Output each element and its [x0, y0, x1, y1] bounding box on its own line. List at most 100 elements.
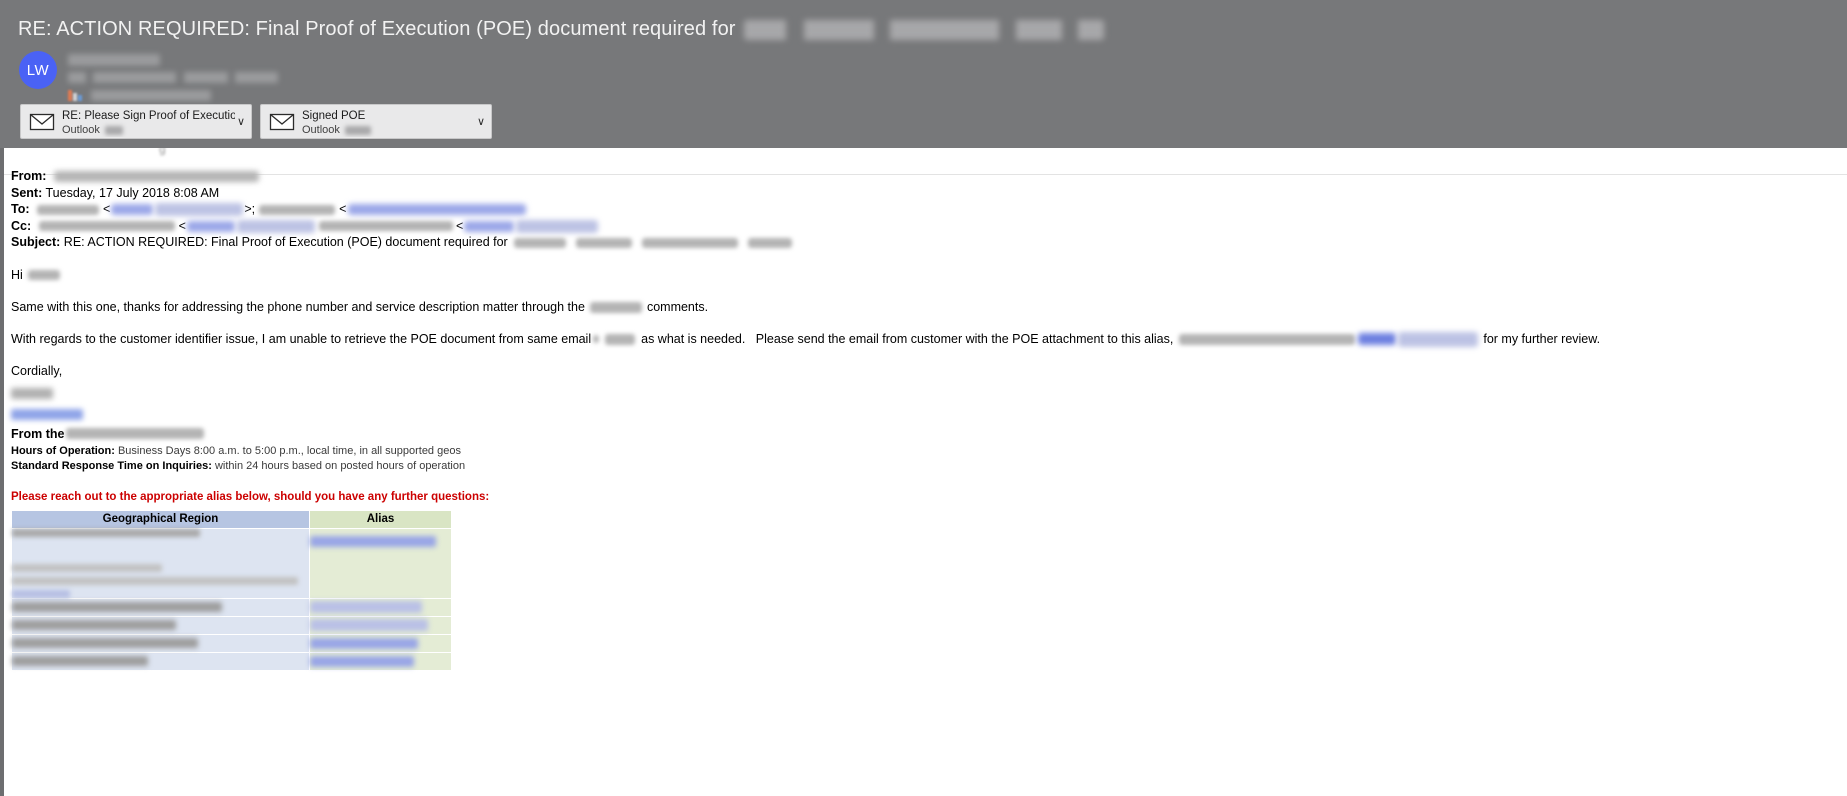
- greeting-line: Hi: [11, 267, 1831, 283]
- message-content: From: Sent: Tuesday, 17 July 2018 8:08 A…: [11, 168, 1831, 671]
- alias-link-redaction[interactable]: [1358, 333, 1397, 346]
- chevron-down-icon[interactable]: ∨: [235, 115, 247, 128]
- subject-value-redaction: [575, 237, 632, 248]
- cc-email2-redaction: [516, 219, 599, 233]
- sender-extra-row: [68, 89, 278, 101]
- sender-recipients-redaction: [68, 72, 278, 83]
- envelope-icon: [268, 111, 296, 133]
- ghost-glyph: g: [159, 148, 166, 156]
- message-body: g From: Sent: Tuesday, 17 July 2018 8:08…: [0, 148, 1847, 796]
- table-header-row: Geographical Region Alias: [11, 509, 452, 529]
- attachment-title: Signed POE: [302, 110, 366, 122]
- paragraph-one-before: Same with this one, thanks for addressin…: [11, 299, 585, 314]
- sender-avatar[interactable]: LW: [19, 51, 57, 89]
- hours-of-operation-row: Hours of Operation: Business Days 8:00 a…: [11, 444, 1831, 459]
- attachment-source: Outlook: [62, 124, 235, 137]
- avatar-initials: LW: [26, 61, 50, 79]
- response-label: Standard Response Time on Inquiries:: [11, 459, 212, 472]
- sender-name-redaction: [68, 54, 160, 66]
- header-to-label: To:: [11, 202, 30, 216]
- angle-open: <: [103, 202, 111, 216]
- paragraph-two-b: as what is needed.: [641, 331, 746, 346]
- pane-edge: [0, 148, 4, 796]
- paragraph-two-c: Please send the email from customer with…: [755, 331, 1174, 346]
- outlook-reading-pane: RE: ACTION REQUIRED: Final Proof of Exec…: [0, 0, 1847, 796]
- paragraph-two: With regards to the customer identifier …: [11, 331, 1831, 347]
- paragraph-one-after: comments.: [646, 299, 709, 314]
- cell-alias: [309, 527, 452, 599]
- to-name2-redaction: [259, 204, 336, 215]
- attachment-size-redaction: [344, 126, 371, 135]
- to-email2-redaction: [348, 204, 527, 216]
- cell-alias: [309, 615, 452, 635]
- cell-region: [11, 597, 310, 617]
- angle-close-semi: >;: [244, 202, 256, 216]
- table-row: [11, 651, 452, 671]
- paragraph-two-redaction: [593, 335, 600, 344]
- sender-details: [68, 54, 278, 101]
- header-from-label: From:: [11, 169, 47, 183]
- table-row: [11, 527, 452, 599]
- closing-line: Cordially,: [11, 363, 63, 378]
- subject-redaction: [743, 19, 1104, 40]
- signature-name-redaction: [11, 387, 53, 399]
- cell-alias: [309, 651, 452, 671]
- subject-value-redaction: [747, 237, 792, 248]
- greeting-text: Hi: [11, 267, 23, 282]
- attachment-title: RE: Please Sign Proof of Execution Form: [62, 110, 235, 122]
- header-subject-label: Subject:: [11, 235, 61, 249]
- header-cc-label: Cc:: [11, 218, 32, 233]
- response-time-row: Standard Response Time on Inquiries: wit…: [11, 459, 1831, 474]
- attachment-list: RE: Please Sign Proof of Execution Form …: [20, 104, 492, 139]
- paragraph-two-a: With regards to the customer identifier …: [11, 331, 592, 346]
- alias-table: Geographical Region Alias: [11, 509, 452, 671]
- table-row: [11, 615, 452, 635]
- attachment-chip[interactable]: RE: Please Sign Proof of Execution Form …: [20, 104, 252, 139]
- cell-region: [11, 633, 310, 653]
- angle-open: <: [455, 218, 464, 233]
- paragraph-one-redaction: [589, 301, 642, 313]
- cc-email-redaction: [186, 220, 235, 232]
- table-row: [11, 597, 452, 617]
- subject-value-redaction: [513, 237, 566, 248]
- attachment-source: Outlook: [302, 124, 475, 137]
- cc-name-redaction: [38, 221, 175, 232]
- header-sent: Sent: Tuesday, 17 July 2018 8:08 AM: [11, 185, 1831, 202]
- angle-open: <: [339, 202, 347, 216]
- paragraph-two-d: for my further review.: [1483, 331, 1601, 346]
- hours-value: Business Days 8:00 a.m. to 5:00 p.m., lo…: [117, 444, 461, 457]
- cell-region: [11, 651, 310, 671]
- sender-extra-redaction: [91, 89, 211, 101]
- envelope-icon: [28, 111, 56, 133]
- response-value: within 24 hours based on posted hours of…: [214, 459, 466, 472]
- header-to: To: < >; <: [11, 201, 1831, 218]
- angle-open: <: [178, 218, 186, 233]
- attachment-source-label: Outlook: [302, 124, 340, 136]
- cc-email2-redaction: [464, 220, 515, 232]
- paragraph-two-redaction: [605, 333, 636, 345]
- cc-name2-redaction: [318, 221, 453, 232]
- signature-link-redaction[interactable]: [11, 408, 83, 420]
- from-the-team-line: From the: [11, 427, 1831, 441]
- bar-chart-icon: [68, 89, 84, 101]
- attachment-source-label: Outlook: [62, 124, 100, 136]
- cell-region: [11, 615, 310, 635]
- chevron-down-icon[interactable]: ∨: [475, 115, 487, 128]
- header-subject-value: RE: ACTION REQUIRED: Final Proof of Exec…: [63, 235, 508, 249]
- column-header-region: Geographical Region: [11, 509, 310, 529]
- cell-alias: [309, 633, 452, 653]
- subject-value-redaction: [641, 237, 738, 248]
- paragraph-one: Same with this one, thanks for addressin…: [11, 299, 1831, 315]
- header-sent-label: Sent:: [11, 185, 43, 200]
- attachment-size-redaction: [104, 126, 123, 135]
- alias-link-redaction[interactable]: [1398, 331, 1479, 347]
- header-cc: Cc: < <: [11, 218, 1831, 235]
- to-email-redaction: [155, 203, 244, 217]
- alias-notice: Please reach out to the appropriate alia…: [11, 490, 490, 503]
- message-subject-heading: RE: ACTION REQUIRED: Final Proof of Exec…: [18, 18, 1104, 41]
- greeting-name-redaction: [27, 270, 60, 281]
- from-the-team-label: From the: [11, 426, 65, 441]
- table-row: [11, 633, 452, 653]
- to-email-redaction: [111, 204, 154, 216]
- attachment-chip[interactable]: Signed POE Outlook ∨: [260, 104, 492, 139]
